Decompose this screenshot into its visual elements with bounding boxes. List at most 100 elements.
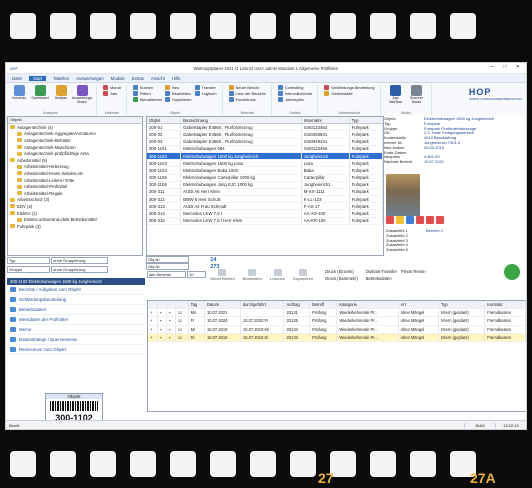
object-action-item[interactable]: Dateianhänge / Querverweise xyxy=(7,335,145,345)
logbook-button[interactable]: Logbuch xyxy=(194,91,217,96)
report-list-button[interactable]: Liste der Berichte xyxy=(228,91,266,96)
tree-item[interactable]: Anlagentechnik-prüfpflichtige Anla xyxy=(8,150,142,157)
report-row[interactable]: + ▪ ▪ ☑ Mi 10.07.2019 10.07.2019 Mi 20134 Prüfun… xyxy=(148,325,526,334)
report-column-header[interactable] xyxy=(148,301,159,310)
report-column-header[interactable]: Kontrakt xyxy=(484,301,526,310)
report-row[interactable]: + ▪ ▪ ☑ Mo 10.07.2021 20131 Prüfung Wiederkehren… xyxy=(148,308,526,318)
filter-field-2[interactable]: Gruppe xyxy=(7,266,50,273)
report-column-header[interactable] xyxy=(166,301,177,310)
hazardous-substances-button[interactable]: Gefahrstoffe xyxy=(324,91,374,96)
tree-item[interactable]: Arbeitsschutz (3) xyxy=(8,197,142,204)
sort-select-1[interactable]: Obj-Nr xyxy=(146,256,189,263)
tree-item[interactable]: Arbeitsmittel-Hebezeug xyxy=(8,164,142,171)
risk-assessment-button[interactable]: Gefährdungs Beurteilung xyxy=(324,85,375,90)
report-column-header[interactable] xyxy=(157,301,168,310)
print-single-button[interactable]: Druck (Einzeln) xyxy=(325,269,358,274)
tree-item[interactable]: Arbeitsmittel-Prüfmittel xyxy=(8,183,142,190)
menu-tabellen[interactable]: Tabellen xyxy=(53,76,69,81)
object-action-item[interactable]: Gefährdungsbeurteilung xyxy=(7,295,145,305)
new-report-action[interactable]: Neuer Bericht xyxy=(210,269,235,281)
report-column-header[interactable]: Kategorie xyxy=(336,301,399,310)
table-row[interactable]: 300-1104 Elektrohubwagen Baka 1000 Baka Fuh… xyxy=(147,166,383,175)
report-column-header[interactable]: Datum xyxy=(204,301,241,310)
table-row[interactable]: 300-314 Mercedes LKW 7,5 t AA-XX-100 Fuhrpa… xyxy=(147,209,383,218)
object-action-item[interactable]: Messdaten der Prüfmittel xyxy=(7,315,145,325)
report-column-header[interactable]: Tag xyxy=(188,301,205,310)
menu-auswertungen[interactable]: Auswertungen xyxy=(76,76,103,81)
refresh-button[interactable]: Aktualisieren xyxy=(132,97,162,102)
grid-column-header[interactable]: Internalnr xyxy=(301,117,350,125)
analyse-button[interactable]: Analyse xyxy=(52,85,70,104)
table-row[interactable]: 300-1106 Elektrohubwagen Jung EJC 1000 kg… xyxy=(147,181,383,189)
grid-column-header[interactable]: Bezeichnung xyxy=(180,117,302,125)
app-interface-button[interactable]: App Interface xyxy=(387,85,405,104)
private-appointment-checkbox[interactable]: Privat-Termin xyxy=(401,269,426,274)
report-column-header[interactable]: Art xyxy=(398,301,440,310)
report-row[interactable]: + ▪ ▪ ☑ Fr 10.07.2020 10.07.2020 Fr 20135 Prüfun… xyxy=(148,316,526,326)
print-collect-button[interactable]: Druck (Sammeln) xyxy=(325,276,358,281)
tree-item[interactable]: Elektro-ortsveränd.elekt Betriebsmittel xyxy=(8,216,142,223)
tree-item[interactable]: Elektro (1) xyxy=(8,210,142,217)
grouping-select-2[interactable]: ohne Gruppierung xyxy=(51,266,109,273)
report-row[interactable]: + ▪ ▪ ☑ Di 10.07.2018 10.07.2018 Di 20133 Prüfun… xyxy=(148,333,526,342)
table-row[interactable]: 300-1102 Elektrohubwagen 1500 kg Junghein… xyxy=(147,152,383,161)
object-action-item[interactable]: Betriebsdaten xyxy=(7,305,145,315)
minimize-icon[interactable]: — xyxy=(490,64,495,70)
menu-extras[interactable]: Extras xyxy=(132,76,144,81)
grid-column-header[interactable]: Typ xyxy=(349,117,383,125)
operating-data-button[interactable]: Betriebsdaten xyxy=(366,276,397,281)
filter-button[interactable]: Filtern xyxy=(132,91,162,96)
close-icon[interactable]: ✕ xyxy=(516,64,520,70)
menu-hilfe[interactable]: Hilfe xyxy=(172,76,181,81)
scanner-button[interactable]: Scanner Modul xyxy=(408,85,426,104)
table-row[interactable]: 200-03 Gabelstapler E4566 , Flurförderzeu… xyxy=(147,138,383,146)
edit-button[interactable]: Bearbeiten xyxy=(165,91,191,96)
interval-reports-button[interactable]: Intervallberichte xyxy=(277,91,312,96)
table-row[interactable]: 300-313 AUDI A2 Frau Schmidt F-AS-17 Fuhrpa… xyxy=(147,202,383,211)
tree-item[interactable]: Anlagentechnik-Maschinen xyxy=(8,144,142,151)
table-row[interactable]: 300-1105 Elektrohubwagen Carterpillar 100… xyxy=(147,174,383,182)
preview-button[interactable]: Vorschau xyxy=(10,85,28,104)
menu-start[interactable]: Start xyxy=(29,75,47,81)
report-view-select[interactable]: alle Berichte xyxy=(147,271,186,278)
report-column-header[interactable]: durchgeführt xyxy=(240,301,285,310)
grouping-select-1[interactable]: ohne Gruppierung xyxy=(51,257,109,264)
duplicate-button[interactable]: Duplizieren xyxy=(165,97,192,102)
year-button[interactable]: Jahr xyxy=(103,91,121,96)
transfer-button[interactable]: Transfer xyxy=(194,85,217,90)
tree-item[interactable]: Arbeitsmittel-Leitern+Tritte xyxy=(8,177,142,184)
dashboard-button[interactable]: Dashboard xyxy=(31,85,49,104)
menu-datei[interactable]: Datei xyxy=(12,76,22,81)
filter-field-1[interactable]: Typ xyxy=(7,257,50,264)
single-print-button[interactable]: Einzeldruck xyxy=(228,97,266,102)
maximize-icon[interactable]: □ xyxy=(504,64,507,70)
table-row[interactable]: 300-1103 Elektrohubwagen 1500 kg Lista Lis… xyxy=(147,159,383,168)
tree-item[interactable]: EDV (2) xyxy=(8,203,142,210)
tree-item[interactable]: Anlagentechnik (4) xyxy=(8,124,142,131)
object-action-item[interactable]: Berichte / Aufgaben zum Objekt xyxy=(7,285,145,295)
table-row[interactable]: 200-02 Gabelstapler E4566 , Flurförderzeu… xyxy=(147,130,383,139)
table-row[interactable]: 300-312 BMW 5 Herr Schulz K-LL-123 Fuhrpark xyxy=(147,195,383,204)
tree-item[interactable]: Arbeitsmittel (5) xyxy=(8,157,142,164)
menu-ansicht[interactable]: Ansicht xyxy=(151,76,165,81)
report-column-header[interactable]: Auftrag xyxy=(283,301,311,310)
tree-item[interactable]: Arbeitsmittel-Regale xyxy=(8,190,142,197)
grid-column-header[interactable]: ObjNr xyxy=(147,117,182,125)
object-action-item[interactable]: Ressourcen zum Objekt xyxy=(7,345,145,355)
edit-report-action[interactable]: Bearbeiten xyxy=(243,269,262,281)
table-row[interactable]: 300-311 AUDI A6 Herr Klein M-XX-1111 Fuhrpa… xyxy=(147,188,383,197)
auswertungs-board-button[interactable]: Auswertungs Board xyxy=(72,85,92,104)
menu-module[interactable]: Module xyxy=(111,76,125,81)
report-column-header[interactable]: Betreff xyxy=(309,301,338,310)
tree-item[interactable]: Fuhrpark (3) xyxy=(8,223,142,230)
new-report-button[interactable]: Neuer Bericht xyxy=(228,85,266,90)
table-row[interactable]: 200-01 Gabelstapler E4566 , Flurförderzeu… xyxy=(147,123,383,132)
tree-item[interactable]: Anlagentechnik-Aggregate/Armaturen xyxy=(8,131,142,138)
table-row[interactable]: 300-1101 Elektrohubwagen 084 Gst0123456 Fuh… xyxy=(147,145,383,153)
year-plan-button[interactable]: Jahresplan xyxy=(277,97,312,102)
tree-item[interactable]: Arbeitsmittel-Krane,Winden,etc xyxy=(8,170,142,177)
report-column-header[interactable]: Typ xyxy=(438,301,486,310)
tree-item[interactable]: Anlagentechnik-Behälter xyxy=(8,137,142,144)
month-button[interactable]: Monat xyxy=(103,85,121,90)
controlling-button[interactable]: Controlling xyxy=(277,85,312,90)
